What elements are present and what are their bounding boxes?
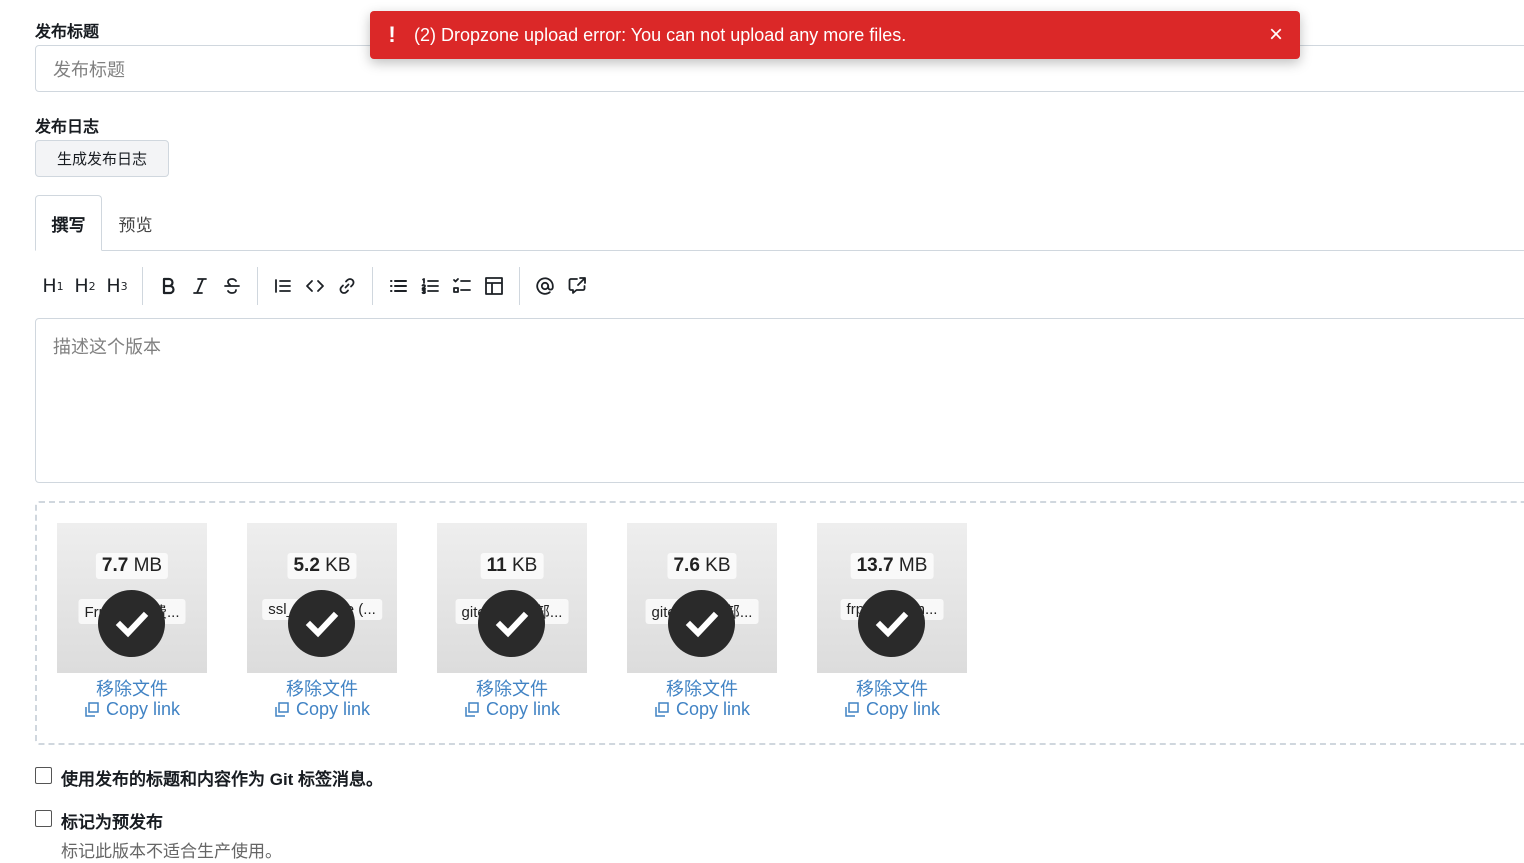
mention-icon[interactable] (530, 271, 560, 301)
check-icon (98, 590, 165, 657)
prerelease-description: 标记此版本不适合生产使用。 (61, 842, 282, 861)
copy-icon (85, 701, 99, 717)
release-title-label: 发布标题 (35, 24, 100, 41)
prerelease-label[interactable]: 标记为预发布 (61, 808, 163, 833)
quote-icon[interactable] (268, 271, 298, 301)
toolbar-separator (519, 267, 520, 305)
file-preview: 11 KBgitea-Linux部... (437, 523, 587, 673)
toolbar-separator (142, 267, 143, 305)
file-size: 11 KB (480, 553, 544, 579)
copy-link[interactable]: Copy link (463, 699, 560, 720)
check-icon (288, 590, 355, 657)
code-icon[interactable] (300, 271, 330, 301)
copy-icon (655, 701, 669, 717)
remove-file-link[interactable]: 移除文件 (476, 675, 548, 701)
file-size-value: 7.7 (101, 555, 129, 576)
copy-icon (845, 701, 859, 717)
error-toast: ! (2) Dropzone upload error: You can not… (370, 11, 1300, 59)
close-icon[interactable]: × (1252, 21, 1300, 49)
heading-2-icon[interactable]: H2 (70, 271, 100, 301)
file-size-value: 5.2 (293, 555, 320, 576)
alert-icon: ! (388, 22, 396, 47)
copy-link[interactable]: Copy link (653, 699, 750, 720)
remove-file-link[interactable]: 移除文件 (286, 675, 358, 701)
copy-link[interactable]: Copy link (273, 699, 370, 720)
file-preview: 13.7 MBfrp_0.67_lin... (817, 523, 967, 673)
file-size: 7.6 KB (667, 553, 737, 579)
copy-link-label: Copy link (106, 699, 181, 719)
toast-message: (2) Dropzone upload error: You can not u… (414, 24, 907, 45)
copy-link-label: Copy link (486, 699, 561, 719)
remove-file-link[interactable]: 移除文件 (666, 675, 738, 701)
tab-divider (35, 250, 1524, 251)
task-list-icon[interactable] (447, 271, 477, 301)
copy-link-label: Copy link (296, 699, 371, 719)
heading-3-icon[interactable]: H3 (102, 271, 132, 301)
file-size: 13.7 MB (850, 553, 934, 579)
file-preview: 5.2 KBssl_generate (... (247, 523, 397, 673)
file-size: 5.2 KB (287, 553, 357, 579)
release-notes-label: 发布日志 (35, 119, 100, 136)
strikethrough-icon[interactable] (217, 271, 247, 301)
check-icon (478, 590, 545, 657)
check-icon (858, 590, 925, 657)
toolbar-separator (257, 267, 258, 305)
copy-icon (465, 701, 479, 717)
unordered-list-icon[interactable] (383, 271, 413, 301)
generate-release-notes-button[interactable]: 生成发布日志 (35, 140, 169, 177)
prerelease-checkbox[interactable] (35, 810, 52, 827)
tag-message-label[interactable]: 使用发布的标题和内容作为 Git 标签消息。 (61, 765, 383, 790)
copy-link-label: Copy link (866, 699, 941, 719)
file-size-unit: KB (325, 555, 351, 576)
copy-icon (275, 701, 289, 717)
file-preview: 7.6 KBgitea-Linux部... (627, 523, 777, 673)
bold-icon[interactable] (153, 271, 183, 301)
toolbar-separator (372, 267, 373, 305)
file-size-value: 11 (486, 555, 507, 576)
tab-write[interactable]: 撰写 (35, 195, 102, 251)
copy-link[interactable]: Copy link (843, 699, 940, 720)
file-size: 7.7 MB (95, 553, 169, 579)
tag-message-checkbox[interactable] (35, 767, 52, 784)
file-size-unit: KB (705, 555, 731, 576)
ordered-list-icon[interactable] (415, 271, 445, 301)
tab-preview[interactable]: 预览 (102, 195, 169, 251)
file-size-value: 7.6 (673, 555, 700, 576)
remove-file-link[interactable]: 移除文件 (96, 675, 168, 701)
file-preview: 7.7 MBFrp二开免费... (57, 523, 207, 673)
remove-file-link[interactable]: 移除文件 (856, 675, 928, 701)
markdown-toolbar: H1 H2 H3 (38, 266, 592, 306)
copy-link[interactable]: Copy link (83, 699, 180, 720)
copy-link-label: Copy link (676, 699, 751, 719)
file-size-unit: MB (898, 555, 928, 576)
cross-reference-icon[interactable] (562, 271, 592, 301)
file-size-unit: KB (512, 555, 538, 576)
check-icon (668, 590, 735, 657)
link-icon[interactable] (332, 271, 362, 301)
italic-icon[interactable] (185, 271, 215, 301)
release-notes-editor[interactable]: 描述这个版本 (35, 318, 1524, 483)
file-size-value: 13.7 (856, 555, 894, 576)
heading-1-icon[interactable]: H1 (38, 271, 68, 301)
table-icon[interactable] (479, 271, 509, 301)
file-size-unit: MB (133, 555, 163, 576)
